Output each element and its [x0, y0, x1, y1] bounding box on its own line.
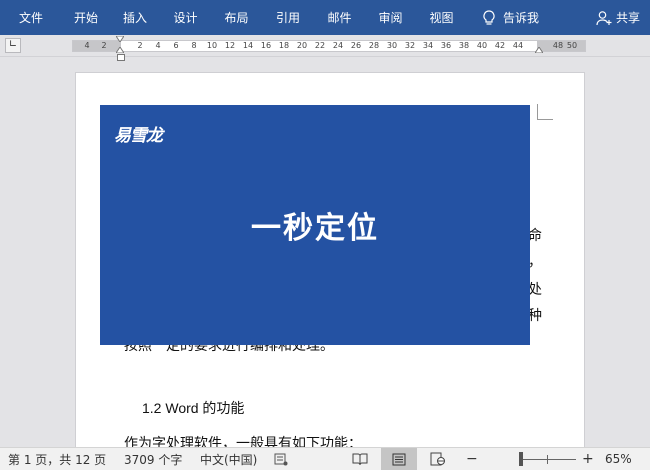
- ruler-number: 30: [386, 41, 398, 50]
- left-indent-box[interactable]: [117, 51, 125, 61]
- web-layout-button[interactable]: [420, 448, 456, 470]
- ribbon-tab-bar: 文件 开始 插入 设计 布局 引用 邮件 审阅 视图 告诉我 共享: [0, 0, 650, 35]
- margin-corner-mark: [537, 104, 553, 120]
- section-heading: 1.2 Word 的功能: [142, 400, 245, 416]
- ruler-number: 18: [278, 41, 290, 50]
- overlay-title: 一秒定位: [251, 211, 379, 246]
- tab-view[interactable]: 视图: [416, 0, 467, 35]
- tab-file[interactable]: 文件: [0, 0, 62, 35]
- ruler-number: 24: [332, 41, 344, 50]
- zoom-slider-center-tick: [547, 455, 548, 464]
- horizontal-ruler[interactable]: 4 2 2 4 6 8 10 12 14 16 18 20 22 24 26 28 30 32 34 36 38 40 42…: [72, 36, 586, 53]
- tell-me-button[interactable]: 告诉我: [467, 0, 555, 35]
- ruler-number: 6: [173, 41, 179, 50]
- zoom-level[interactable]: 65%: [605, 448, 632, 470]
- ruler-number: 28: [368, 41, 380, 50]
- ruler-number: 12: [224, 41, 236, 50]
- word-count[interactable]: 3709 个字: [124, 448, 182, 470]
- read-mode-button[interactable]: [342, 448, 378, 470]
- ruler-number: 22: [314, 41, 326, 50]
- tab-selector[interactable]: ∟: [5, 38, 21, 53]
- ruler-number: 48: [552, 41, 564, 50]
- ruler-row: ∟ 4 2 2 4 6 8 10 12 14 16 18 20 22 24 26 28 30 32 34 36 38 40…: [0, 35, 650, 61]
- brand-logo: 易雪龙: [114, 126, 163, 146]
- tab-references[interactable]: 引用: [262, 0, 314, 35]
- ruler-number: 34: [422, 41, 434, 50]
- zoom-out-button[interactable]: −: [466, 448, 478, 470]
- ruler-number: 2: [101, 41, 107, 50]
- text-fragment: 命: [528, 228, 542, 244]
- print-layout-button[interactable]: [381, 448, 417, 470]
- book-icon: [352, 453, 368, 466]
- macro-record-icon[interactable]: [274, 448, 288, 470]
- ruler-number: 14: [242, 41, 254, 50]
- tab-mailings[interactable]: 邮件: [314, 0, 365, 35]
- ruler-number: 4: [84, 41, 90, 50]
- tab-layout[interactable]: 布局: [211, 0, 262, 35]
- zoom-slider-track[interactable]: [520, 459, 576, 460]
- globe-page-icon: [430, 452, 446, 466]
- ruler-number: 20: [296, 41, 308, 50]
- title-overlay: 易雪龙 一秒定位: [100, 105, 530, 345]
- share-button[interactable]: 共享: [596, 0, 640, 35]
- ruler-number: 4: [155, 41, 161, 50]
- tell-me-label: 告诉我: [502, 11, 539, 25]
- ruler-number: 10: [206, 41, 218, 50]
- page-icon: [392, 453, 406, 466]
- text-fragment: 种: [528, 308, 542, 324]
- tab-design[interactable]: 设计: [160, 0, 211, 35]
- right-indent-marker[interactable]: [535, 47, 543, 53]
- page-count[interactable]: 第 1 页，共 12 页: [8, 448, 106, 470]
- ruler-number: 8: [191, 41, 197, 50]
- ruler-left-margin: [73, 41, 121, 51]
- ruler-number: 40: [476, 41, 488, 50]
- tab-review[interactable]: 审阅: [365, 0, 416, 35]
- first-line-indent-marker[interactable]: [116, 36, 124, 42]
- tab-insert[interactable]: 插入: [110, 0, 160, 35]
- ruler-number: 38: [458, 41, 470, 50]
- ruler-number: 26: [350, 41, 362, 50]
- lightbulb-icon: [483, 9, 495, 26]
- text-fragment: 处: [528, 282, 542, 298]
- ruler-number: 50: [566, 41, 578, 50]
- zoom-slider-thumb[interactable]: [519, 452, 523, 466]
- ruler-number: 2: [137, 41, 143, 50]
- person-add-icon: [596, 10, 612, 26]
- share-label: 共享: [615, 11, 640, 25]
- zoom-in-button[interactable]: +: [582, 448, 594, 470]
- tab-home[interactable]: 开始: [62, 0, 110, 35]
- text-fragment: ，: [528, 254, 542, 270]
- status-bar: 第 1 页，共 12 页 3709 个字 中文(中国) − + 65%: [0, 447, 650, 470]
- ruler-number: 16: [260, 41, 272, 50]
- ruler-number: 44: [512, 41, 524, 50]
- ruler-number: 36: [440, 41, 452, 50]
- language-indicator[interactable]: 中文(中国): [200, 448, 257, 470]
- ruler-number: 32: [404, 41, 416, 50]
- ruler-number: 42: [494, 41, 506, 50]
